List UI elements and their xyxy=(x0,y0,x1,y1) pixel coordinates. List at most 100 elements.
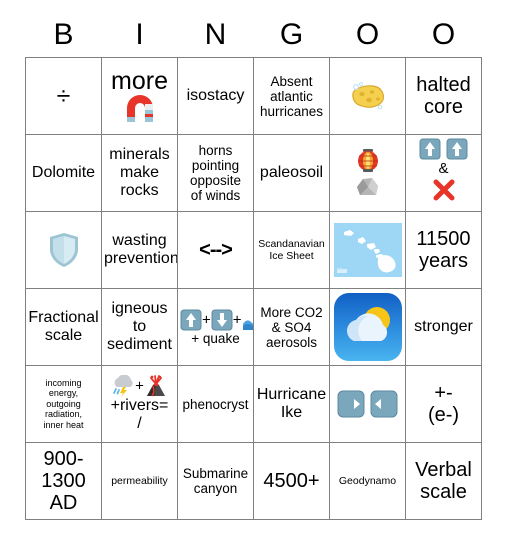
bingo-cell-r5c2[interactable]: + +rivers= / xyxy=(101,365,178,443)
plus-sign: + xyxy=(135,377,144,395)
bingo-cell-r3c1[interactable] xyxy=(25,211,102,289)
cell-text: More CO2 xyxy=(260,304,323,320)
cell-text: Geodynamo xyxy=(338,475,397,487)
bingo-cell-r2c3[interactable]: horns pointing opposite of winds xyxy=(177,134,254,212)
up-arrow-pair xyxy=(408,138,479,160)
cell-text: stronger xyxy=(414,318,473,335)
cell-text: years xyxy=(419,250,468,272)
cell-text: atlantic xyxy=(270,88,313,104)
cell-text: opposite xyxy=(189,173,242,188)
bingo-cell-r6c5[interactable]: Geodynamo xyxy=(329,442,406,520)
up-arrow-icon xyxy=(419,138,441,160)
bingo-cell-r5c4[interactable]: Hurricane Ike xyxy=(253,365,330,443)
bingo-cell-r4c4[interactable]: More CO2 & SO4 aerosols xyxy=(253,288,330,366)
bingo-cell-r4c6[interactable]: stronger xyxy=(405,288,482,366)
bingo-cell-r1c3[interactable]: isostacy xyxy=(177,57,254,135)
bingo-cell-r5c3[interactable]: phenocryst xyxy=(177,365,254,443)
left-arrow-icon xyxy=(370,390,398,418)
cell-text: 900- xyxy=(43,448,84,470)
bingo-cell-r2c6[interactable]: & xyxy=(405,134,482,212)
bingo-cell-r4c5[interactable] xyxy=(329,288,406,366)
table-row: ÷ more isostacy Absent atlantic hurrican… xyxy=(25,57,482,135)
cell-text: scale xyxy=(44,327,83,344)
thunder-cloud-rain-icon xyxy=(111,374,135,397)
cell-text: Absent xyxy=(270,73,313,89)
table-row: 900- 1300 AD permeability Submarine cany… xyxy=(25,442,482,520)
cell-text: hurricanes xyxy=(259,103,324,119)
bingo-cell-r1c1[interactable]: ÷ xyxy=(25,57,102,135)
bingo-cell-r6c6[interactable]: Verbal scale xyxy=(405,442,482,520)
cell-text: Submarine xyxy=(182,466,249,481)
lantern-and-rock-icon xyxy=(350,147,386,199)
column-header-i: I xyxy=(135,18,144,51)
bingo-cell-r1c6[interactable]: halted core xyxy=(405,57,482,135)
shield-icon xyxy=(48,231,80,269)
bingo-cell-r6c4[interactable]: 4500+ xyxy=(253,442,330,520)
cell-text: +rivers= xyxy=(110,397,169,414)
table-row: Fractional scale igneous to sediment + +… xyxy=(25,288,482,366)
cell-text: Fractional xyxy=(28,309,99,326)
cell-text: phenocryst xyxy=(182,396,249,412)
right-left-arrows-group xyxy=(332,390,403,418)
cell-text: Hurricane xyxy=(256,386,327,403)
bingo-cell-r6c3[interactable]: Submarine canyon xyxy=(177,442,254,520)
cell-text: + quake xyxy=(191,330,240,346)
bingo-cell-r5c5[interactable] xyxy=(329,365,406,443)
bingo-cell-r1c2[interactable]: more xyxy=(101,57,178,135)
bingo-card: B I N G O O ÷ more isostacy Absent atlan… xyxy=(25,18,482,520)
cell-text: isostacy xyxy=(186,87,245,104)
cell-text: & xyxy=(438,160,449,177)
cell-text: Scandanavian xyxy=(258,238,325,250)
cell-text: Ice Sheet xyxy=(269,250,314,262)
cell-text: permeability xyxy=(111,475,168,487)
cell-text: scale xyxy=(420,481,467,503)
bingo-cell-r6c2[interactable]: permeability xyxy=(101,442,178,520)
bingo-cell-r2c1[interactable]: Dolomite xyxy=(25,134,102,212)
bingo-cell-r3c3[interactable]: <--> xyxy=(177,211,254,289)
cell-text: radiation, xyxy=(44,409,83,420)
magnet-icon xyxy=(123,94,157,125)
column-header-o1: O xyxy=(355,18,380,51)
cell-text: 4500+ xyxy=(263,470,320,492)
cell-text: make xyxy=(119,164,160,181)
cell-text: +- xyxy=(434,382,453,404)
bingo-cell-r2c5[interactable] xyxy=(329,134,406,212)
bingo-cell-r4c3[interactable]: + + + quake xyxy=(177,288,254,366)
cell-text: energy, xyxy=(48,388,79,399)
column-header-g: G xyxy=(279,18,304,51)
bingo-header-row: B I N G O O xyxy=(26,18,482,58)
bingo-cell-r3c6[interactable]: 11500 years xyxy=(405,211,482,289)
cell-text: outgoing xyxy=(46,398,81,409)
column-header-n: N xyxy=(204,18,227,51)
plus-sign: + xyxy=(232,311,242,328)
storm-volcano-group: + xyxy=(104,374,175,397)
bingo-cell-r6c1[interactable]: 900- 1300 AD xyxy=(25,442,102,520)
bingo-cell-r5c1[interactable]: incoming energy, outgoing radiation, inn… xyxy=(25,365,102,443)
cell-text: AD xyxy=(49,492,78,514)
table-row: incoming energy, outgoing radiation, inn… xyxy=(25,365,482,443)
cell-text: paleosoil xyxy=(259,164,324,181)
volcano-icon xyxy=(144,375,168,397)
bingo-cell-r1c4[interactable]: Absent atlantic hurricanes xyxy=(253,57,330,135)
cell-text: inner heat xyxy=(43,419,84,430)
hawaii-map-icon xyxy=(333,223,402,277)
cell-text: to xyxy=(132,318,147,335)
cell-text: horns xyxy=(198,143,233,158)
weather-app-icon xyxy=(331,293,405,361)
cell-text: wasting xyxy=(112,232,167,249)
bingo-cell-r5c6[interactable]: +- (e-) xyxy=(405,365,482,443)
bingo-cell-r2c2[interactable]: minerals make rocks xyxy=(101,134,178,212)
table-row: wasting prevention <--> Scandanavian Ice… xyxy=(25,211,482,289)
bingo-cell-r2c4[interactable]: paleosoil xyxy=(253,134,330,212)
up-arrow-icon xyxy=(446,138,468,160)
bingo-cell-r3c2[interactable]: wasting prevention xyxy=(101,211,178,289)
right-arrow-icon xyxy=(337,390,365,418)
bingo-cell-r4c2[interactable]: igneous to sediment xyxy=(101,288,178,366)
bingo-cell-r3c5[interactable] xyxy=(329,211,406,289)
cell-text: Ike xyxy=(280,404,303,421)
cell-text: 11500 xyxy=(416,228,471,250)
bingo-cell-r3c4[interactable]: Scandanavian Ice Sheet xyxy=(253,211,330,289)
bingo-cell-r4c1[interactable]: Fractional scale xyxy=(25,288,102,366)
cell-text: more xyxy=(111,66,168,95)
bingo-cell-r1c5[interactable] xyxy=(329,57,406,135)
